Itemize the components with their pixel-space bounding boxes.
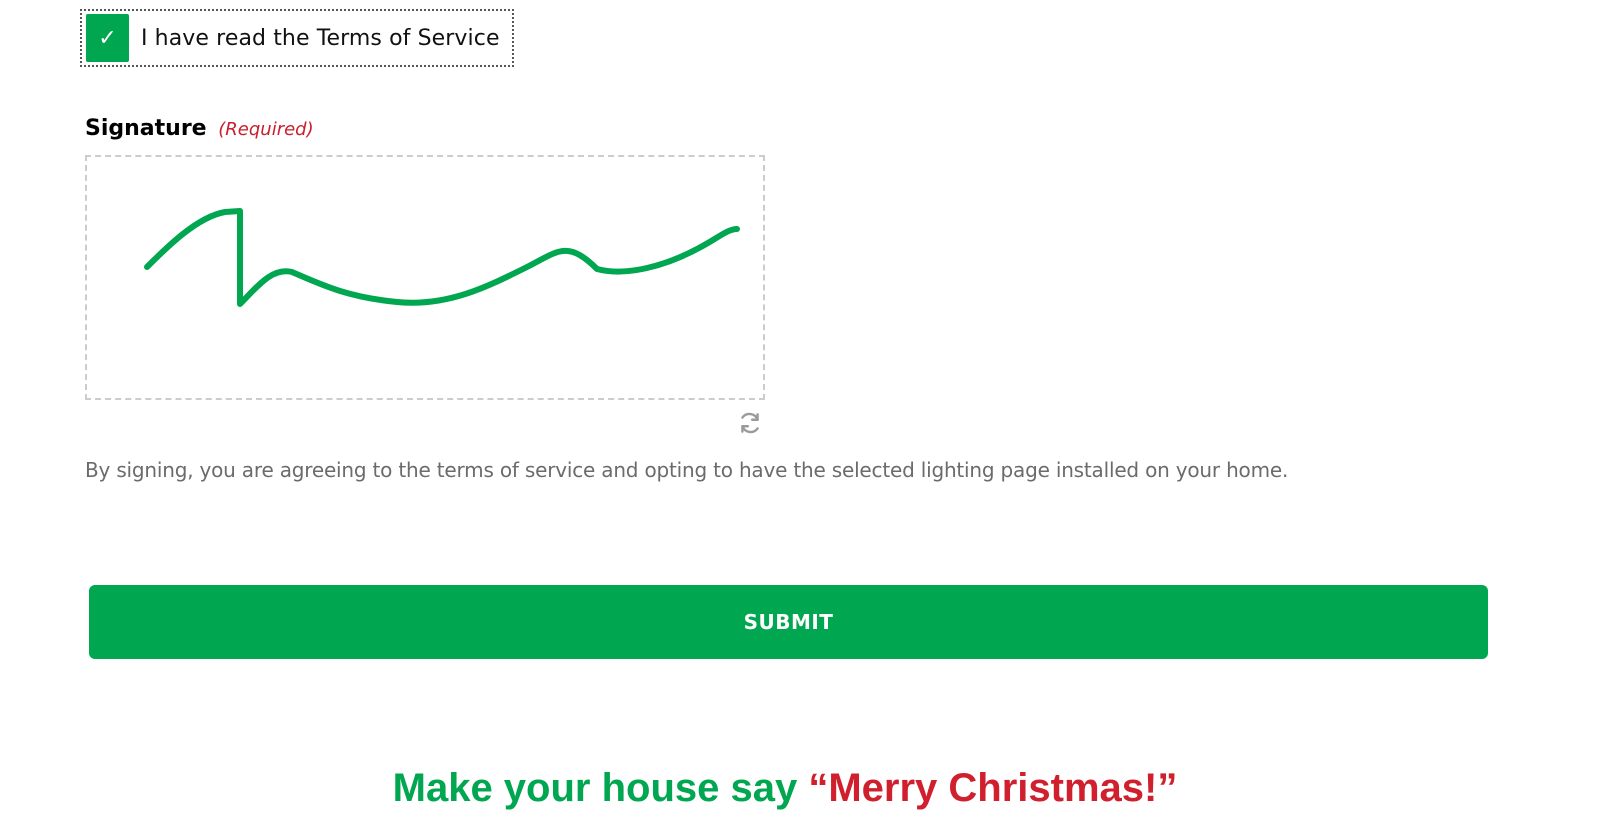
signature-label-text: Signature: [85, 116, 207, 141]
signature-pad[interactable]: [85, 155, 765, 400]
terms-checkbox-row[interactable]: ✓ I have read the Terms of Service: [80, 9, 514, 67]
tagline-highlight: “Merry Christmas!”: [808, 766, 1178, 810]
signature-description: By signing, you are agreeing to the term…: [85, 458, 1289, 482]
signature-label: Signature (Required): [85, 116, 314, 141]
checkmark-icon: ✓: [98, 25, 117, 51]
terms-label[interactable]: I have read the Terms of Service: [141, 26, 500, 51]
signature-stroke: [144, 208, 740, 307]
signature-drawing: [144, 208, 740, 307]
tagline: Make your house say “Merry Christmas!”: [0, 766, 1570, 811]
refresh-icon[interactable]: [737, 410, 763, 436]
page: ✓ I have read the Terms of Service Signa…: [0, 0, 1600, 840]
terms-checkbox[interactable]: ✓: [86, 14, 129, 62]
submit-button[interactable]: SUBMIT: [89, 585, 1488, 659]
tagline-text: Make your house say: [392, 766, 809, 810]
required-indicator: (Required): [218, 119, 314, 140]
